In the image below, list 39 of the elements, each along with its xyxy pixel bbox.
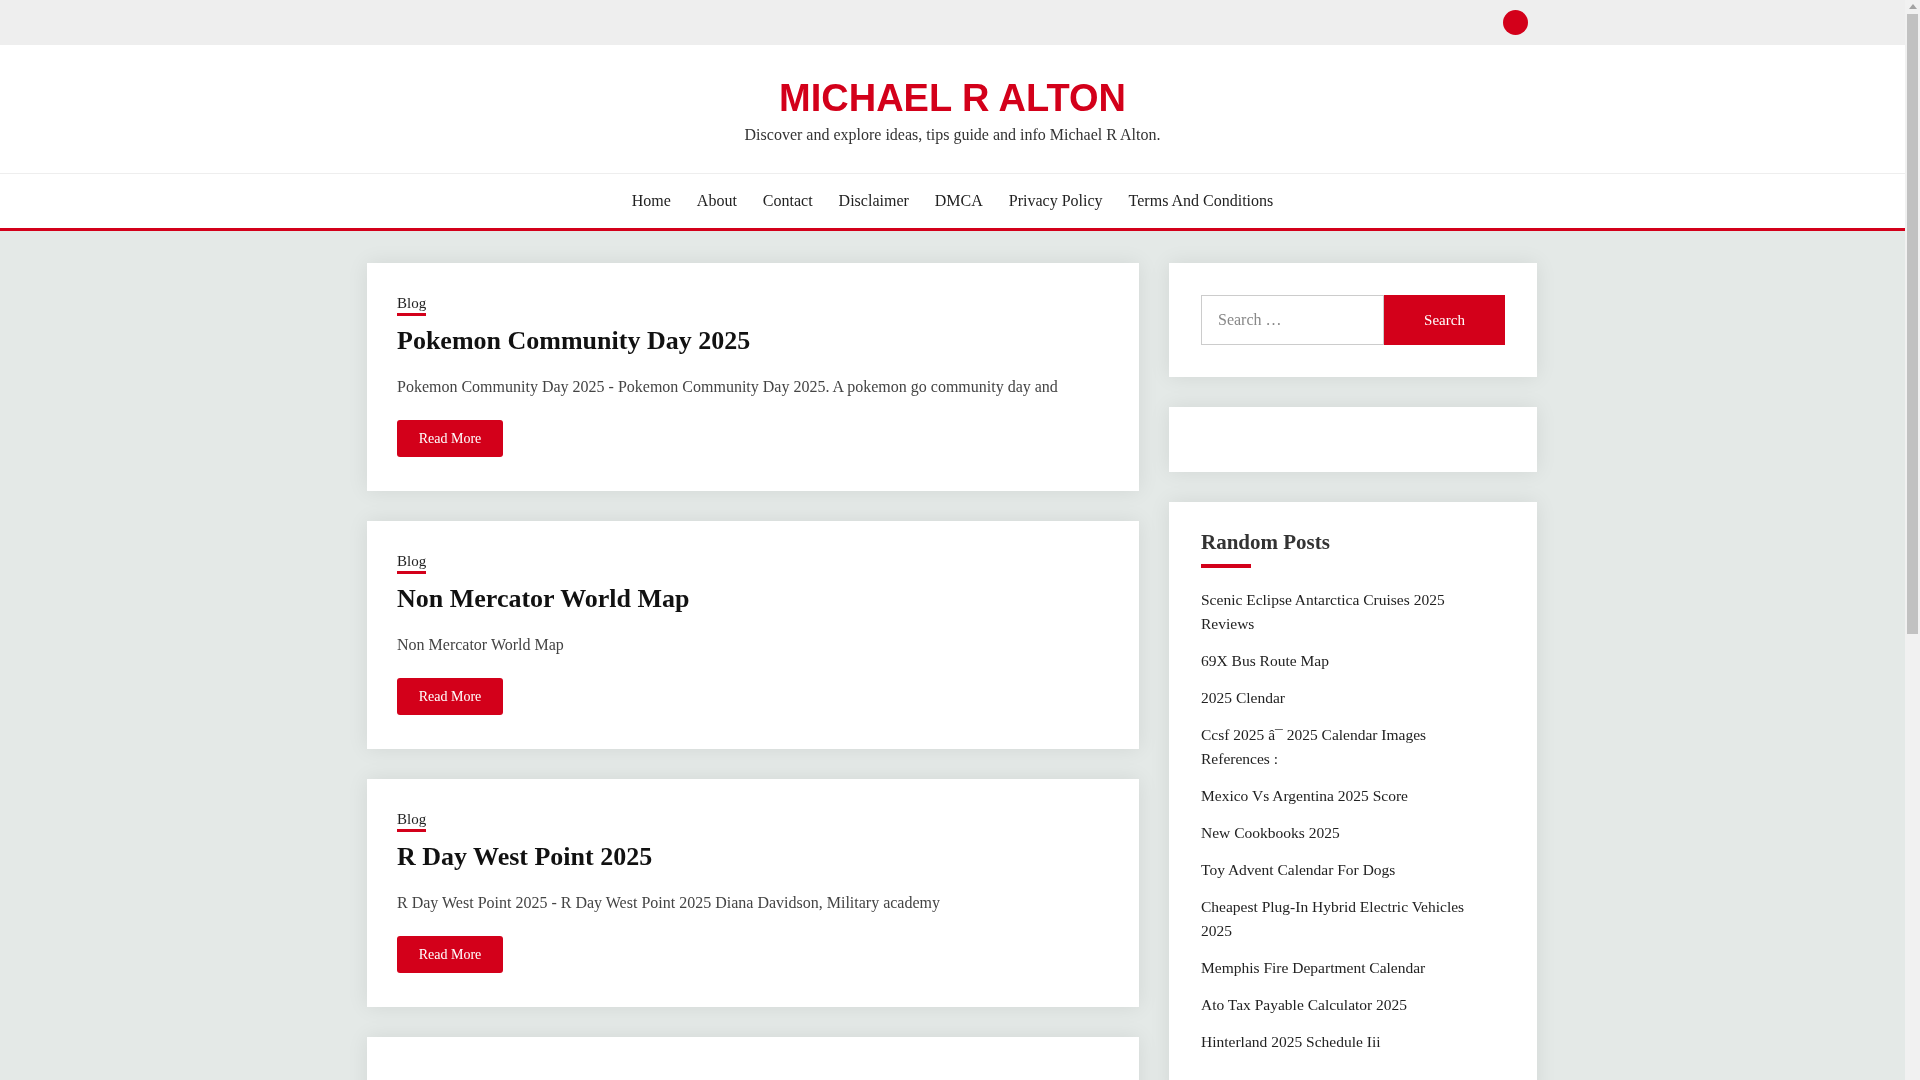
widget-title: Random Posts [1201,529,1330,556]
nav-link[interactable]: Contact [762,189,813,213]
title-underline [1201,564,1251,568]
random-post-link[interactable]: Scenic Eclipse Antarctica Cruises 2025 Reviews [1201,588,1491,636]
random-post-link[interactable]: Ccsf 2025 â¯ 2025 Calendar Images References : [1201,723,1491,771]
site-title[interactable]: MICHAEL R ALTON [779,75,1126,121]
nav-link[interactable]: Privacy Policy [1008,189,1103,213]
post-title[interactable]: Pokemon Community Day 2025 [397,324,751,358]
random-post-link[interactable]: New Cookbooks 2025 [1201,821,1491,845]
nav-link[interactable]: Terms And Conditions [1128,189,1274,213]
post-title[interactable]: Non Mercator World Map [397,582,690,616]
random-post-link[interactable]: Toy Advent Calendar For Dogs [1201,858,1491,882]
scrollbar[interactable] [1905,0,1920,1080]
nav-link[interactable]: Home [631,189,671,213]
post-title[interactable]: R Day West Point 2025 [397,840,653,874]
random-post-link[interactable]: Memphis Fire Department Calendar [1201,956,1491,980]
category-link[interactable]: Blog [397,293,427,316]
random-post-link[interactable]: 2025 Clendar [1201,686,1491,710]
post-excerpt: Pokemon Community Day 2025 - Pokemon Community Day 2025. A pokemon go community day and [397,377,1058,398]
search-field[interactable]: Search … [1201,295,1384,345]
scrollbar-thumb[interactable] [1907,14,1918,634]
up-arrow-icon[interactable] [1908,4,1917,9]
nav-link[interactable]: DMCA [934,189,983,213]
read-more-button[interactable]: Read More [397,678,503,715]
random-post-link[interactable]: Hinterland 2025 Schedule Iii [1201,1030,1491,1054]
read-more-button[interactable]: Read More [397,936,503,973]
random-post-link[interactable]: Ato Tax Payable Calculator 2025 [1201,993,1491,1017]
search-button[interactable]: Search [1384,295,1505,345]
random-post-link[interactable]: Cheapest Plug-In Hybrid Electric Vehicles 2025 [1201,895,1491,943]
category-link[interactable]: Blog [397,809,427,832]
random-post-link[interactable]: 69X Bus Route Map [1201,649,1491,673]
nav-link[interactable]: Disclaimer [838,189,909,213]
category-link[interactable]: Blog [397,551,427,574]
nav-link[interactable]: About [696,189,737,213]
read-more-button[interactable]: Read More [397,420,503,457]
post-excerpt: Non Mercator World Map [397,635,564,656]
random-post-link[interactable]: Mexico Vs Argentina 2025 Score [1201,784,1491,808]
post-excerpt: R Day West Point 2025 - R Day West Point 2025 Diana Davidson, Military academy [397,893,940,914]
site-tagline: Discover and explore ideas, tips guide and info Michael R Alton. [744,125,1161,146]
